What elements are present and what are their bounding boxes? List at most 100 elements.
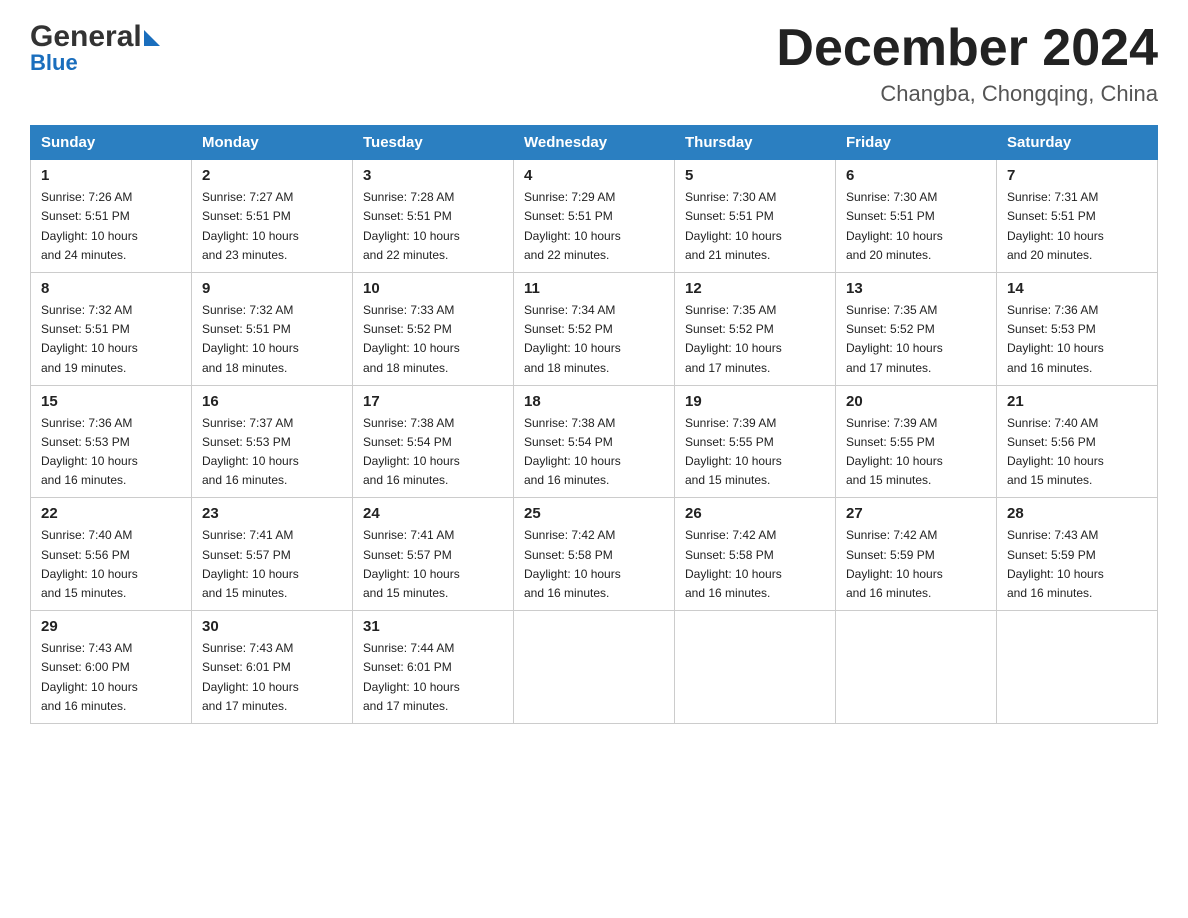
header-day-thursday: Thursday	[675, 126, 836, 160]
day-number: 13	[846, 280, 986, 297]
calendar-cell: 22 Sunrise: 7:40 AMSunset: 5:56 PMDayligh…	[31, 498, 192, 611]
header-day-wednesday: Wednesday	[514, 126, 675, 160]
week-row-2: 8 Sunrise: 7:32 AMSunset: 5:51 PMDaylight…	[31, 272, 1158, 385]
day-info: Sunrise: 7:33 AMSunset: 5:52 PMDaylight:…	[363, 301, 503, 378]
day-number: 11	[524, 280, 664, 297]
calendar-cell: 23Sunrise: 7:41 AMSunset: 5:57 PMDayligh…	[192, 498, 353, 611]
logo-blue-text: Blue	[30, 50, 78, 76]
page-header: General Blue December 2024 Changba, Chon…	[30, 20, 1158, 107]
day-info: Sunrise: 7:39 AMSunset: 5:55 PMDaylight:…	[685, 414, 825, 491]
day-info: Sunrise: 7:42 AMSunset: 5:58 PMDaylight:…	[685, 526, 825, 603]
day-number: 6	[846, 167, 986, 184]
week-row-3: 15Sunrise: 7:36 AMSunset: 5:53 PMDayligh…	[31, 385, 1158, 498]
calendar-cell	[997, 611, 1158, 724]
day-number: 14	[1007, 280, 1147, 297]
header-row: SundayMondayTuesdayWednesdayThursdayFrid…	[31, 126, 1158, 160]
day-info: Sunrise: 7:40 AMSunset: 5:56 PMDaylight:…	[41, 526, 181, 603]
calendar-cell: 19 Sunrise: 7:39 AMSunset: 5:55 PMDayligh…	[675, 385, 836, 498]
header-day-sunday: Sunday	[31, 126, 192, 160]
calendar-cell: 31Sunrise: 7:44 AMSunset: 6:01 PMDayligh…	[353, 611, 514, 724]
logo-general-text: General	[30, 20, 142, 54]
day-info: Sunrise: 7:40 AMSunset: 5:56 PMDaylight:…	[1007, 414, 1147, 491]
calendar-cell: 3 Sunrise: 7:28 AMSunset: 5:51 PMDaylight…	[353, 160, 514, 273]
day-info: Sunrise: 7:38 AMSunset: 5:54 PMDaylight:…	[524, 414, 664, 491]
day-info: Sunrise: 7:26 AMSunset: 5:51 PMDaylight:…	[41, 188, 181, 265]
day-number: 1	[41, 167, 181, 184]
day-info: Sunrise: 7:30 AMSunset: 5:51 PMDaylight:…	[685, 188, 825, 265]
day-info: Sunrise: 7:36 AMSunset: 5:53 PMDaylight:…	[41, 414, 181, 491]
calendar-cell: 30 Sunrise: 7:43 AMSunset: 6:01 PMDayligh…	[192, 611, 353, 724]
calendar-cell: 13 Sunrise: 7:35 AMSunset: 5:52 PMDayligh…	[836, 272, 997, 385]
day-info: Sunrise: 7:32 AMSunset: 5:51 PMDaylight:…	[41, 301, 181, 378]
day-info: Sunrise: 7:30 AMSunset: 5:51 PMDaylight:…	[846, 188, 986, 265]
day-info: Sunrise: 7:35 AMSunset: 5:52 PMDaylight:…	[846, 301, 986, 378]
day-info: Sunrise: 7:43 AMSunset: 5:59 PMDaylight:…	[1007, 526, 1147, 603]
day-info: Sunrise: 7:43 AMSunset: 6:00 PMDaylight:…	[41, 639, 181, 716]
calendar-cell: 12 Sunrise: 7:35 AMSunset: 5:52 PMDayligh…	[675, 272, 836, 385]
calendar-cell: 25Sunrise: 7:42 AMSunset: 5:58 PMDayligh…	[514, 498, 675, 611]
logo: General Blue	[30, 20, 160, 76]
calendar-title: December 2024	[776, 20, 1158, 77]
calendar-cell: 18 Sunrise: 7:38 AMSunset: 5:54 PMDayligh…	[514, 385, 675, 498]
calendar-cell: 15Sunrise: 7:36 AMSunset: 5:53 PMDayligh…	[31, 385, 192, 498]
calendar-cell: 10Sunrise: 7:33 AMSunset: 5:52 PMDayligh…	[353, 272, 514, 385]
calendar-cell: 4 Sunrise: 7:29 AMSunset: 5:51 PMDaylight…	[514, 160, 675, 273]
calendar-cell: 20 Sunrise: 7:39 AMSunset: 5:55 PMDayligh…	[836, 385, 997, 498]
day-info: Sunrise: 7:43 AMSunset: 6:01 PMDaylight:…	[202, 639, 342, 716]
calendar-cell: 9 Sunrise: 7:32 AMSunset: 5:51 PMDaylight…	[192, 272, 353, 385]
day-number: 25	[524, 505, 664, 522]
day-number: 19	[685, 393, 825, 410]
day-number: 2	[202, 167, 342, 184]
week-row-1: 1 Sunrise: 7:26 AMSunset: 5:51 PMDaylight…	[31, 160, 1158, 273]
day-number: 18	[524, 393, 664, 410]
calendar-location: Changba, Chongqing, China	[776, 81, 1158, 107]
day-info: Sunrise: 7:42 AMSunset: 5:59 PMDaylight:…	[846, 526, 986, 603]
calendar-cell: 29Sunrise: 7:43 AMSunset: 6:00 PMDayligh…	[31, 611, 192, 724]
day-info: Sunrise: 7:27 AMSunset: 5:51 PMDaylight:…	[202, 188, 342, 265]
day-number: 4	[524, 167, 664, 184]
day-number: 30	[202, 618, 342, 635]
calendar-table: SundayMondayTuesdayWednesdayThursdayFrid…	[30, 125, 1158, 724]
day-info: Sunrise: 7:32 AMSunset: 5:51 PMDaylight:…	[202, 301, 342, 378]
day-info: Sunrise: 7:36 AMSunset: 5:53 PMDaylight:…	[1007, 301, 1147, 378]
header-day-tuesday: Tuesday	[353, 126, 514, 160]
day-number: 20	[846, 393, 986, 410]
day-number: 24	[363, 505, 503, 522]
calendar-cell: 26 Sunrise: 7:42 AMSunset: 5:58 PMDayligh…	[675, 498, 836, 611]
calendar-cell: 11 Sunrise: 7:34 AMSunset: 5:52 PMDayligh…	[514, 272, 675, 385]
day-info: Sunrise: 7:38 AMSunset: 5:54 PMDaylight:…	[363, 414, 503, 491]
day-number: 8	[41, 280, 181, 297]
calendar-cell: 24Sunrise: 7:41 AMSunset: 5:57 PMDayligh…	[353, 498, 514, 611]
calendar-body: 1 Sunrise: 7:26 AMSunset: 5:51 PMDaylight…	[31, 160, 1158, 724]
week-row-5: 29Sunrise: 7:43 AMSunset: 6:00 PMDayligh…	[31, 611, 1158, 724]
day-number: 22	[41, 505, 181, 522]
day-number: 12	[685, 280, 825, 297]
day-number: 16	[202, 393, 342, 410]
calendar-header: SundayMondayTuesdayWednesdayThursdayFrid…	[31, 126, 1158, 160]
day-info: Sunrise: 7:37 AMSunset: 5:53 PMDaylight:…	[202, 414, 342, 491]
day-number: 26	[685, 505, 825, 522]
day-info: Sunrise: 7:39 AMSunset: 5:55 PMDaylight:…	[846, 414, 986, 491]
calendar-cell	[514, 611, 675, 724]
calendar-cell: 28Sunrise: 7:43 AMSunset: 5:59 PMDayligh…	[997, 498, 1158, 611]
day-info: Sunrise: 7:35 AMSunset: 5:52 PMDaylight:…	[685, 301, 825, 378]
day-number: 7	[1007, 167, 1147, 184]
logo-arrow-icon	[144, 30, 160, 46]
day-info: Sunrise: 7:31 AMSunset: 5:51 PMDaylight:…	[1007, 188, 1147, 265]
calendar-cell: 2 Sunrise: 7:27 AMSunset: 5:51 PMDaylight…	[192, 160, 353, 273]
day-info: Sunrise: 7:34 AMSunset: 5:52 PMDaylight:…	[524, 301, 664, 378]
header-day-saturday: Saturday	[997, 126, 1158, 160]
calendar-cell: 8 Sunrise: 7:32 AMSunset: 5:51 PMDaylight…	[31, 272, 192, 385]
day-info: Sunrise: 7:41 AMSunset: 5:57 PMDaylight:…	[202, 526, 342, 603]
calendar-cell: 6 Sunrise: 7:30 AMSunset: 5:51 PMDaylight…	[836, 160, 997, 273]
calendar-cell: 5Sunrise: 7:30 AMSunset: 5:51 PMDaylight…	[675, 160, 836, 273]
day-info: Sunrise: 7:29 AMSunset: 5:51 PMDaylight:…	[524, 188, 664, 265]
day-info: Sunrise: 7:28 AMSunset: 5:51 PMDaylight:…	[363, 188, 503, 265]
day-number: 9	[202, 280, 342, 297]
calendar-cell: 17Sunrise: 7:38 AMSunset: 5:54 PMDayligh…	[353, 385, 514, 498]
calendar-cell: 16 Sunrise: 7:37 AMSunset: 5:53 PMDayligh…	[192, 385, 353, 498]
title-block: December 2024 Changba, Chongqing, China	[776, 20, 1158, 107]
day-number: 31	[363, 618, 503, 635]
day-number: 3	[363, 167, 503, 184]
calendar-cell: 1 Sunrise: 7:26 AMSunset: 5:51 PMDaylight…	[31, 160, 192, 273]
